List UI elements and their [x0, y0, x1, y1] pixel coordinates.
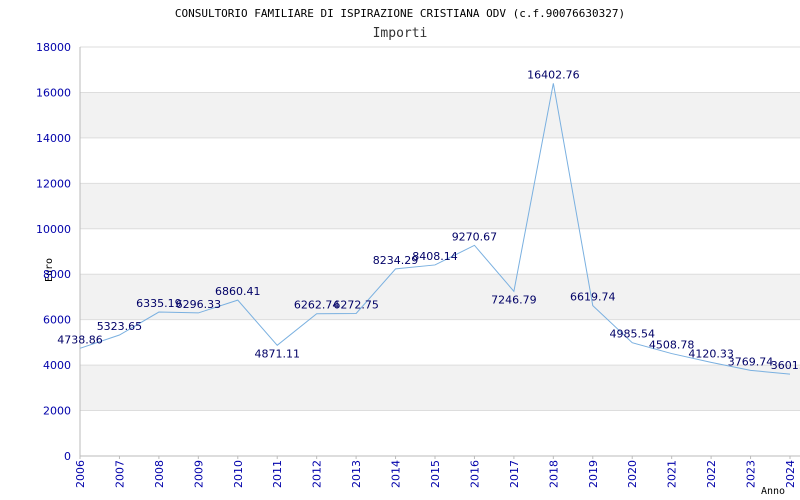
- data-label: 4871.11: [254, 347, 300, 360]
- y-tick-label: 14000: [36, 132, 71, 145]
- data-label: 6860.41: [215, 285, 261, 298]
- x-tick-label: 2015: [429, 460, 442, 488]
- x-tick-label: 2012: [311, 460, 324, 488]
- x-tick-label: 2007: [113, 460, 126, 488]
- data-label: 3769.74: [728, 355, 774, 368]
- data-label: 9270.67: [452, 230, 498, 243]
- x-tick-label: 2022: [705, 460, 718, 488]
- data-label: 16402.76: [527, 68, 580, 81]
- x-tick-label: 2019: [587, 460, 600, 488]
- x-tick-label: 2023: [745, 460, 758, 488]
- y-tick-label: 8000: [43, 268, 71, 281]
- x-tick-label: 2006: [74, 460, 87, 488]
- data-label: 6619.74: [570, 291, 616, 304]
- data-label: 4738.86: [57, 333, 103, 346]
- x-tick-label: 2008: [153, 460, 166, 488]
- x-tick-label: 2017: [508, 460, 521, 488]
- data-label: 6272.75: [333, 298, 379, 311]
- y-tick-label: 12000: [36, 177, 71, 190]
- x-tick-label: 2016: [468, 460, 481, 488]
- grid-band: [80, 137, 800, 184]
- y-tick-label: 18000: [36, 41, 71, 54]
- grid-band: [80, 183, 800, 229]
- y-tick-label: 2000: [43, 405, 71, 418]
- data-label: 6296.33: [176, 298, 222, 311]
- y-tick-label: 4000: [43, 359, 71, 372]
- chart-subtitle: Importi: [373, 26, 428, 41]
- data-label: 7246.79: [491, 293, 537, 306]
- x-tick-label: 2011: [271, 460, 284, 488]
- chart-title: CONSULTORIO FAMILIARE DI ISPIRAZIONE CRI…: [175, 7, 625, 20]
- x-tick-label: 2013: [350, 460, 363, 488]
- x-tick-label: 2020: [626, 460, 639, 488]
- x-tick-label: 2009: [192, 460, 205, 488]
- y-tick-label: 6000: [43, 314, 71, 327]
- line-chart: CONSULTORIO FAMILIARE DI ISPIRAZIONE CRI…: [36, 7, 800, 497]
- x-tick-labels: 2006 2007 2008 2009 2010 2011 2012 2013 2014 2015…: [74, 460, 797, 488]
- data-label: 3601.0: [771, 359, 800, 372]
- x-tick-label: 2021: [666, 460, 679, 488]
- grid-band: [80, 365, 800, 411]
- data-label: 8408.14: [412, 250, 458, 263]
- x-tick-label: 2010: [232, 460, 245, 488]
- y-tick-label: 0: [64, 450, 71, 463]
- x-tick-label: 2024: [784, 460, 797, 488]
- grid-band: [80, 47, 800, 93]
- grid-band: [80, 410, 800, 456]
- y-tick-label: 16000: [36, 86, 71, 99]
- x-axis-label: Anno: [761, 486, 785, 497]
- x-tick-label: 2018: [547, 460, 560, 488]
- y-tick-labels: 0 2000 4000 6000 8000 10000 12000 14000 16000 180…: [36, 41, 71, 463]
- x-tick-label: 2014: [390, 460, 403, 488]
- y-tick-label: 10000: [36, 223, 71, 236]
- grid-band: [80, 92, 800, 138]
- data-label: 5323.65: [97, 320, 143, 333]
